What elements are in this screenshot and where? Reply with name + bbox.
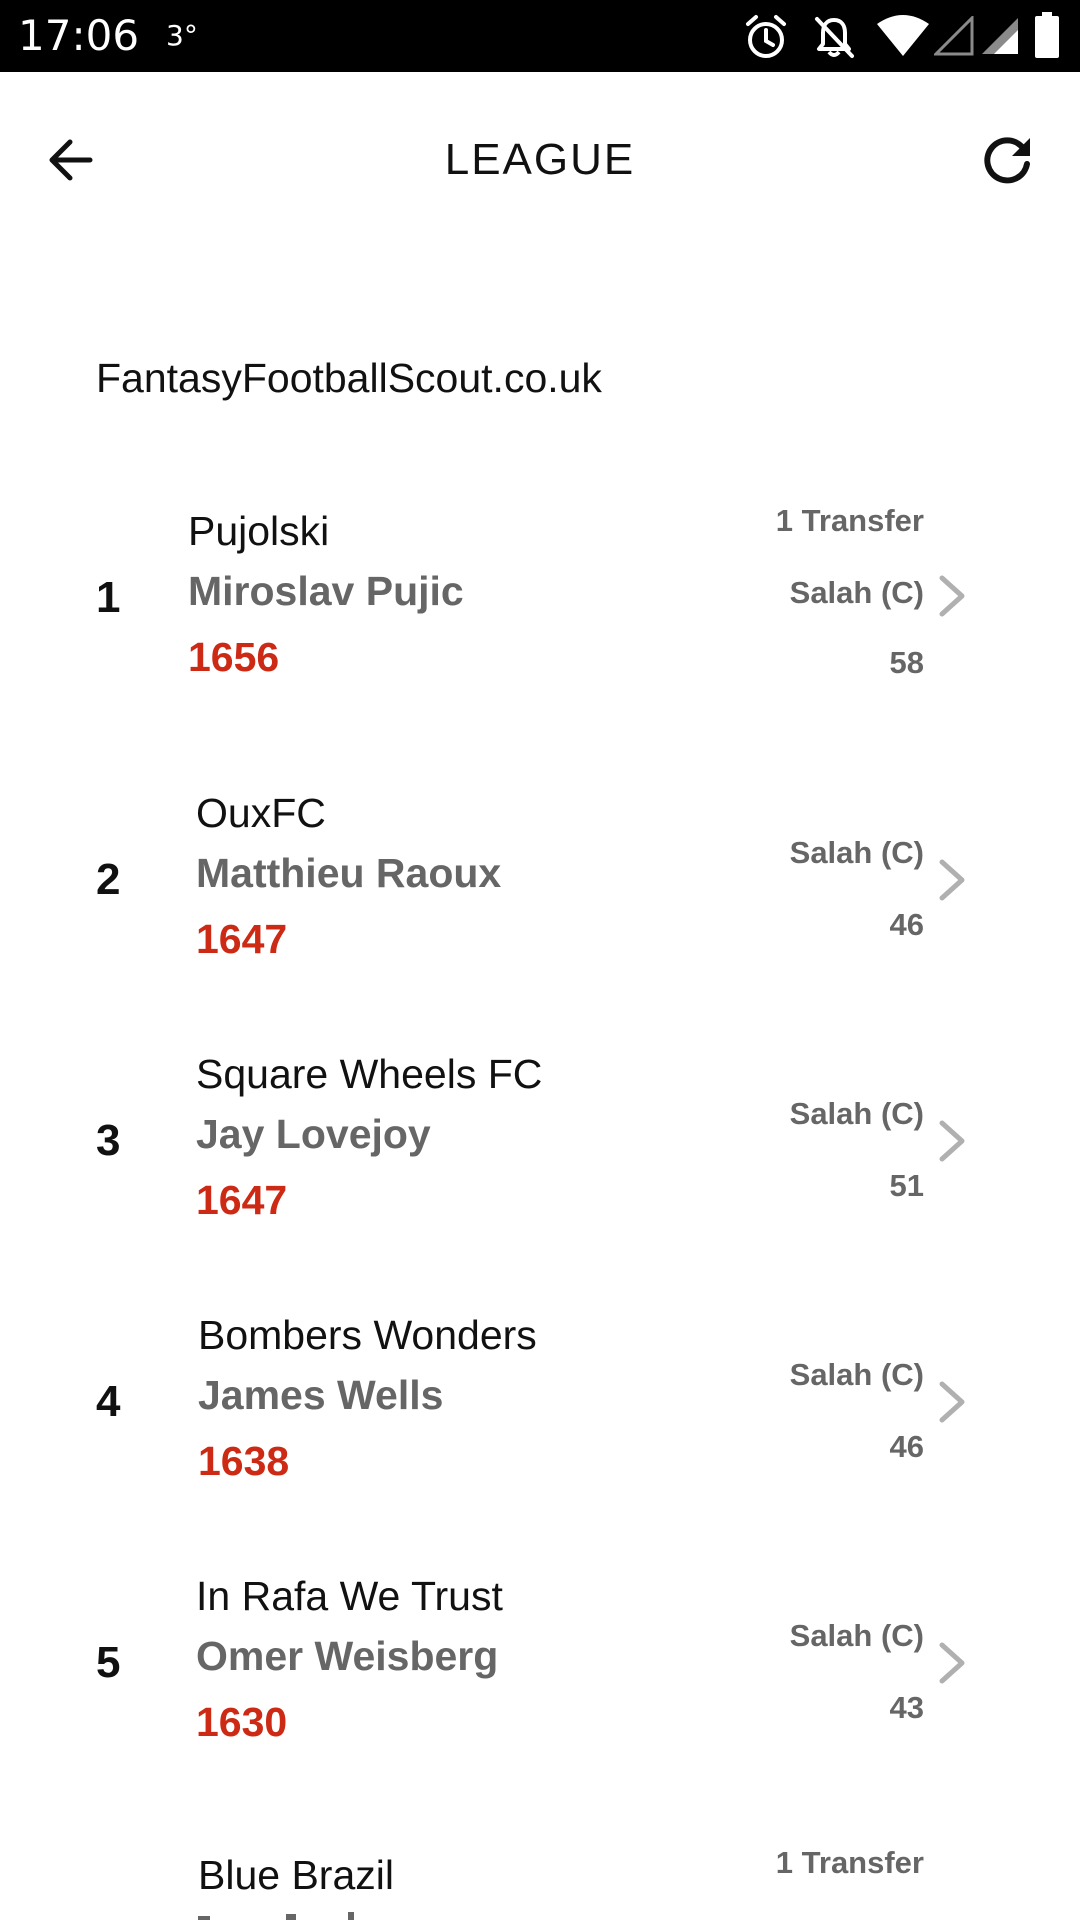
manager-name-partial — [198, 1912, 354, 1920]
gameweek-points: 43 — [889, 1690, 924, 1725]
standings-row[interactable]: Blue Brazil 1 Transfer — [0, 1832, 1080, 1920]
standings-row[interactable]: 1 Pujolski Miroslav Pujic 1656 1 Transfe… — [0, 490, 1080, 750]
chevron-right-icon — [939, 859, 965, 901]
captain: Salah (C) — [789, 835, 924, 870]
total-points: 1630 — [196, 1699, 288, 1745]
rank: 3 — [96, 1116, 121, 1165]
chevron-right-icon — [939, 1642, 965, 1684]
standings-row[interactable]: 5 In Rafa We Trust Omer Weisberg 1630 Sa… — [0, 1553, 1080, 1813]
rank: 5 — [96, 1638, 121, 1687]
gameweek-points: 46 — [889, 907, 924, 942]
rank: 4 — [96, 1377, 121, 1426]
transfers-count: 1 Transfer — [775, 503, 924, 538]
chevron-right-icon — [939, 575, 965, 617]
gameweek-points: 51 — [889, 1168, 924, 1203]
manager-name: Jay Lovejoy — [196, 1111, 431, 1157]
manager-name: Omer Weisberg — [196, 1633, 499, 1679]
captain: Salah (C) — [789, 575, 924, 610]
manager-name: Miroslav Pujic — [188, 568, 464, 614]
standings-row[interactable]: 4 Bombers Wonders James Wells 1638 Salah… — [0, 1292, 1080, 1552]
chevron-right-icon — [939, 1381, 965, 1423]
captain: Salah (C) — [789, 1357, 924, 1392]
total-points: 1638 — [198, 1438, 290, 1484]
gameweek-points: 46 — [889, 1429, 924, 1464]
team-name: In Rafa We Trust — [196, 1573, 503, 1619]
rank: 2 — [96, 855, 121, 904]
captain: Salah (C) — [789, 1096, 924, 1131]
manager-name: James Wells — [198, 1372, 444, 1418]
gameweek-points: 58 — [889, 645, 924, 680]
standings-row[interactable]: 3 Square Wheels FC Jay Lovejoy 1647 Sala… — [0, 1031, 1080, 1291]
team-name: Bombers Wonders — [198, 1312, 537, 1358]
standings-row[interactable]: 2 OuxFC Matthieu Raoux 1647 Salah (C) 46 — [0, 770, 1080, 1030]
team-name: Blue Brazil — [198, 1852, 394, 1898]
standings-list: 1 Pujolski Miroslav Pujic 1656 1 Transfe… — [0, 0, 1080, 1920]
rank: 1 — [96, 573, 121, 622]
transfers-count: 1 Transfer — [775, 1845, 924, 1880]
chevron-right-icon — [939, 1120, 965, 1162]
captain: Salah (C) — [789, 1618, 924, 1653]
team-name: OuxFC — [196, 790, 326, 836]
manager-name: Matthieu Raoux — [196, 850, 502, 896]
total-points: 1656 — [188, 634, 280, 680]
total-points: 1647 — [196, 1177, 288, 1223]
team-name: Square Wheels FC — [196, 1051, 543, 1097]
total-points: 1647 — [196, 916, 288, 962]
team-name: Pujolski — [188, 508, 330, 554]
